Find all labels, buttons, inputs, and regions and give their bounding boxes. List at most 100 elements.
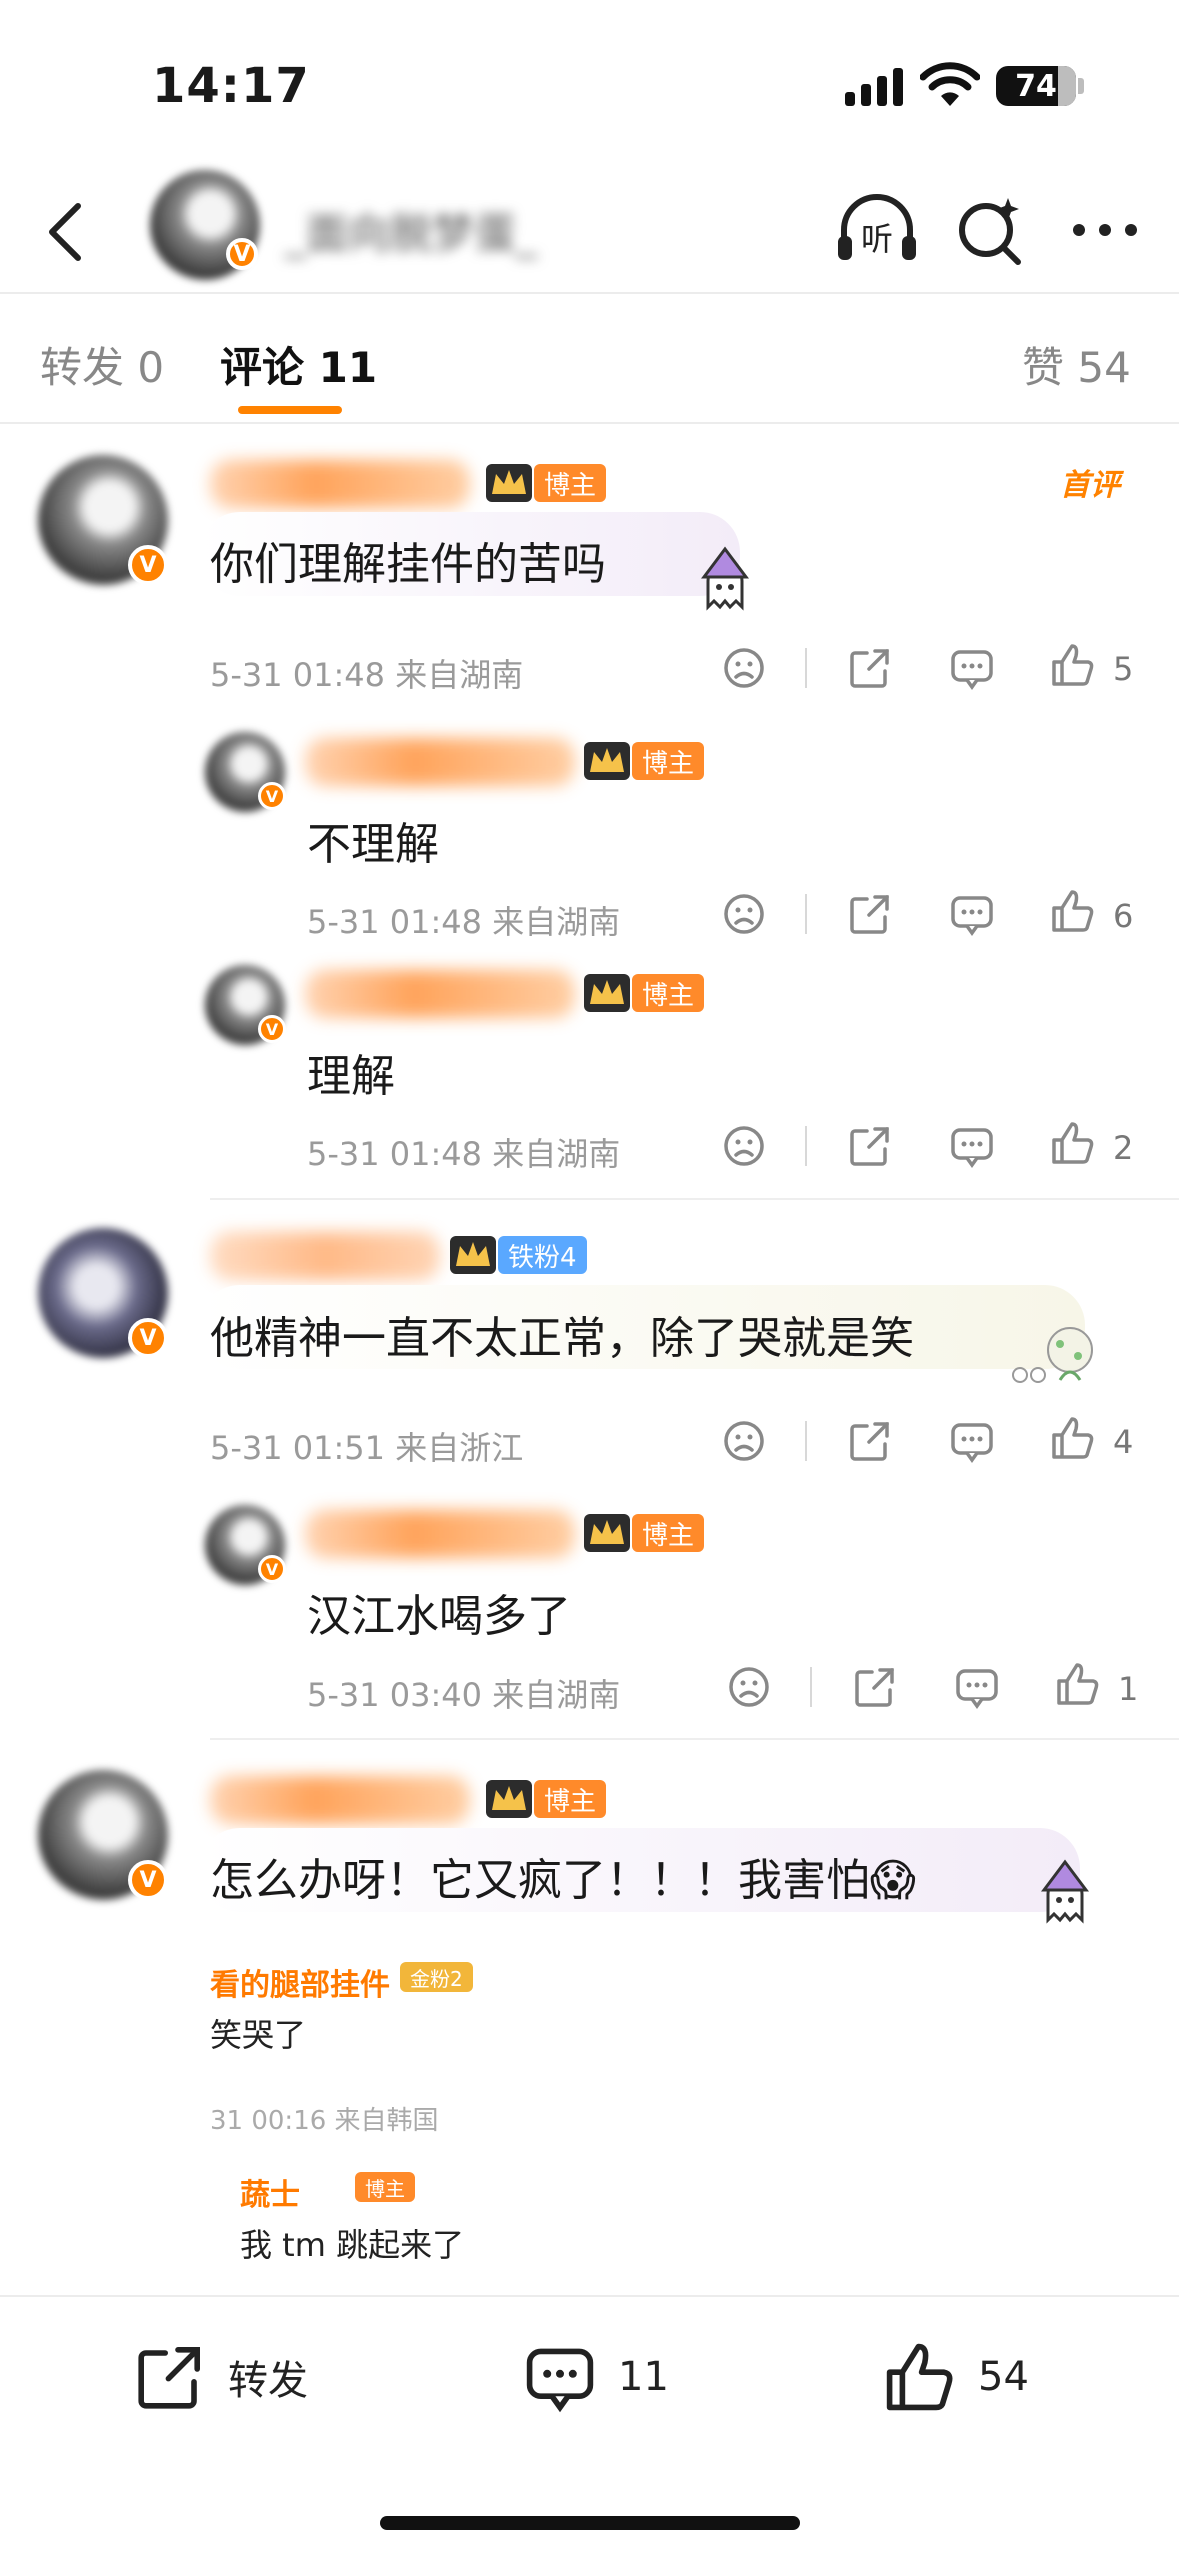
crown-icon	[584, 742, 630, 780]
reply-meta: 5-31 01:48 来自湖南	[307, 1135, 621, 1173]
verified-badge-icon: V	[258, 1015, 286, 1043]
repost-icon	[138, 2347, 200, 2409]
reply-text: 不理解	[307, 819, 439, 870]
tab-likes[interactable]: 赞 54	[1022, 334, 1131, 395]
like-thumb-icon[interactable]	[1048, 1118, 1098, 1168]
share-icon[interactable]	[845, 643, 895, 693]
like-count: 2	[1113, 1129, 1134, 1167]
ghost-sticker-icon	[1041, 1859, 1089, 1924]
flower-sticker-icon	[1012, 1327, 1093, 1383]
repost-label: 转发	[228, 2358, 308, 2404]
reply-icon[interactable]	[947, 1121, 997, 1171]
comment-divider	[210, 1198, 1179, 1200]
like-thumb-icon[interactable]	[1048, 886, 1098, 936]
username-obscured[interactable]	[305, 970, 575, 1018]
comment-text: 怎么办呀！它又疯了！！！我害怕😱	[210, 1855, 916, 1906]
embedded-username: 看的腿部挂件	[210, 1968, 390, 2003]
verified-badge-icon: V	[128, 545, 168, 585]
listen-label: 听	[861, 220, 893, 258]
ghost-sticker-icon	[701, 546, 749, 611]
reply-icon[interactable]	[952, 1662, 1002, 1712]
dislike-face-icon[interactable]	[724, 1662, 774, 1712]
wifi-icon	[920, 62, 980, 106]
listen-headphone-icon[interactable]: 听	[832, 190, 922, 270]
embedded-host-badge: 博主	[355, 2172, 415, 2202]
dislike-face-icon[interactable]	[719, 1121, 769, 1171]
tab-comments[interactable]: 评论 11	[220, 334, 377, 395]
crown-icon	[450, 1236, 496, 1274]
reply-meta: 5-31 01:48 来自湖南	[307, 903, 621, 941]
search-sparkle-icon[interactable]	[950, 190, 1030, 270]
comment-tabs: 转发 0 评论 11 赞 54	[0, 294, 1179, 424]
embedded-fan-badge: 金粉2	[400, 1962, 473, 1992]
crown-icon	[584, 1514, 630, 1552]
comment-button[interactable]: 11	[520, 2337, 669, 2417]
status-time: 14:17	[152, 58, 310, 114]
username-obscured[interactable]	[210, 460, 470, 508]
like-count: 4	[1113, 1423, 1134, 1461]
embedded-text-2: 我 tm 跳起来了	[240, 2226, 465, 2264]
username-obscured[interactable]	[305, 738, 575, 786]
embedded-username-2: 蔬士	[240, 2178, 300, 2213]
comment-meta: 5-31 01:48 来自湖南	[210, 656, 524, 694]
like-thumb-icon[interactable]	[1048, 640, 1098, 690]
dislike-face-icon[interactable]	[719, 1416, 769, 1466]
host-badge: 博主	[632, 742, 705, 780]
host-badge: 博主	[632, 1514, 705, 1552]
username-obscured[interactable]	[305, 1510, 575, 1558]
like-thumb-icon[interactable]	[1053, 1659, 1103, 1709]
home-indicator[interactable]	[380, 2516, 800, 2530]
repost-button[interactable]: 转发	[130, 2337, 308, 2417]
battery-level: 74	[1015, 68, 1057, 104]
verified-badge-icon: V	[258, 782, 286, 810]
like-count: 54	[978, 2354, 1029, 2400]
like-count: 5	[1113, 650, 1134, 688]
embedded-text: 笑哭了	[210, 2016, 307, 2054]
reply-icon[interactable]	[947, 1416, 997, 1466]
comment-icon	[526, 2348, 594, 2413]
host-badge: 博主	[534, 1780, 607, 1818]
verified-badge-icon: V	[226, 238, 258, 270]
cellular-signal-icon	[845, 66, 903, 106]
comment-text: 他精神一直不太正常，除了哭就是笑	[210, 1313, 914, 1364]
fan-level-badge: 铁粉4	[498, 1236, 587, 1274]
comment-count: 11	[618, 2354, 669, 2400]
crown-icon	[486, 464, 532, 502]
host-badge: 博主	[534, 464, 607, 502]
dislike-face-icon[interactable]	[719, 889, 769, 939]
tab-repost[interactable]: 转发 0	[40, 334, 164, 395]
reply-text: 理解	[307, 1051, 395, 1102]
battery-icon: 74	[996, 66, 1076, 106]
embedded-screenshot-image[interactable]: 看的腿部挂件 金粉2 笑哭了 31 00:16 来自韩国 蔬士 博主 我 tm …	[210, 1950, 710, 2295]
author-name[interactable]: _面向脱梦蛋_	[285, 200, 585, 260]
comment-text: 你们理解挂件的苦吗	[210, 539, 606, 590]
reply-icon[interactable]	[947, 643, 997, 693]
first-comment-label: 首评	[1060, 468, 1120, 503]
back-arrow-icon[interactable]	[30, 192, 110, 272]
active-tab-indicator	[238, 406, 342, 414]
like-count: 1	[1118, 1670, 1139, 1708]
username-obscured[interactable]	[210, 1232, 440, 1280]
crown-icon	[584, 974, 630, 1012]
reply-text: 汉江水喝多了	[307, 1591, 571, 1642]
share-icon[interactable]	[845, 1416, 895, 1466]
verified-badge-icon: V	[128, 1860, 168, 1900]
verified-badge-icon: V	[258, 1555, 286, 1583]
share-icon[interactable]	[845, 889, 895, 939]
like-button[interactable]: 54	[880, 2337, 1029, 2417]
comment-meta: 5-31 01:51 来自浙江	[210, 1429, 524, 1467]
reply-meta: 5-31 03:40 来自湖南	[307, 1676, 621, 1714]
like-thumb-icon[interactable]	[1048, 1413, 1098, 1463]
host-badge: 博主	[632, 974, 705, 1012]
verified-badge-icon: V	[128, 1318, 168, 1358]
crown-icon	[486, 1780, 532, 1818]
dislike-face-icon[interactable]	[719, 643, 769, 693]
share-icon[interactable]	[850, 1662, 900, 1712]
status-bar: 14:17 74	[0, 0, 1179, 170]
comment-divider	[210, 1738, 1179, 1740]
reply-icon[interactable]	[947, 889, 997, 939]
embedded-meta: 31 00:16 来自韩国	[210, 2106, 439, 2136]
share-icon[interactable]	[845, 1121, 895, 1171]
username-obscured[interactable]	[210, 1776, 470, 1824]
more-options-icon[interactable]	[1065, 190, 1145, 270]
